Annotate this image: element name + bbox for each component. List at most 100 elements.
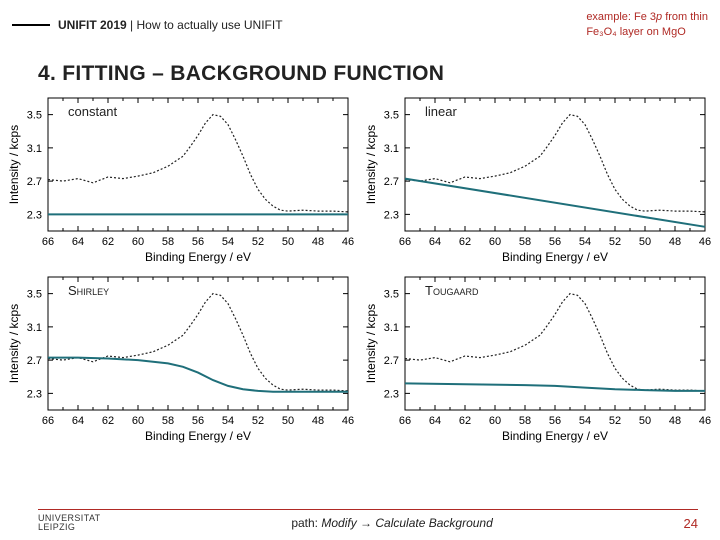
section-title: 4. FITTING – BACKGROUND FUNCTION: [38, 62, 706, 86]
svg-text:58: 58: [162, 415, 174, 427]
svg-text:3.5: 3.5: [384, 109, 399, 121]
svg-text:3.1: 3.1: [384, 322, 399, 334]
svg-text:3.1: 3.1: [27, 143, 42, 155]
chart-svg: 66 64 62 60 58 56 54 52 50 48 46 3.5 3.1 2.7 2.3 Bindin…: [361, 92, 713, 267]
svg-text:2.3: 2.3: [27, 209, 42, 221]
svg-text:52: 52: [252, 236, 264, 248]
example-l1a: example: Fe 3: [586, 11, 656, 23]
svg-text:60: 60: [489, 236, 501, 248]
footer-row: UNIVERSITAT LEIPZIG path: Modify → Calcu…: [38, 514, 698, 532]
svg-text:56: 56: [192, 415, 204, 427]
svg-text:56: 56: [549, 415, 561, 427]
chart-svg: 66 64 62 60 58 56 54 52 50 48 46 3.5 3.1 2.7 2.3 Bindin…: [361, 271, 713, 446]
header-title-rest: | How to actually use UNIFIT: [127, 18, 283, 32]
svg-text:54: 54: [579, 236, 591, 248]
svg-text:64: 64: [429, 415, 441, 427]
chart-label-linear: linear: [425, 104, 457, 119]
svg-text:66: 66: [399, 415, 411, 427]
header-title: UNIFIT 2019 | How to actually use UNIFIT: [58, 18, 283, 32]
svg-text:2.3: 2.3: [27, 388, 42, 400]
svg-text:52: 52: [609, 415, 621, 427]
chart-shirley: Shirley 66 64 62 60 58 56 54 52 50 48 46 3.5 3.1 2.7 2…: [4, 271, 359, 446]
svg-text:60: 60: [132, 415, 144, 427]
svg-text:50: 50: [282, 236, 294, 248]
svg-text:54: 54: [579, 415, 591, 427]
svg-text:46: 46: [342, 415, 354, 427]
svg-text:64: 64: [72, 415, 84, 427]
chart-label-tougaard: Tougaard: [425, 283, 478, 298]
svg-text:62: 62: [102, 415, 114, 427]
svg-text:Intensity / kcps: Intensity / kcps: [364, 125, 378, 204]
slide-header: UNIFIT 2019 | How to actually use UNIFIT…: [0, 0, 720, 40]
header-rule: [12, 24, 50, 26]
example-l1c: from thin: [662, 11, 708, 23]
svg-text:56: 56: [192, 236, 204, 248]
chart-svg: 66 64 62 60 58 56 54 52 50 48 46 3.5 3.1 2.7 2.3 Bindin…: [4, 271, 356, 446]
svg-text:Binding Energy / eV: Binding Energy / eV: [502, 429, 608, 443]
svg-text:3.5: 3.5: [384, 288, 399, 300]
svg-text:48: 48: [669, 415, 681, 427]
header-left: UNIFIT 2019 | How to actually use UNIFIT: [12, 18, 283, 32]
footer-rule: [38, 509, 698, 510]
svg-text:Binding Energy / eV: Binding Energy / eV: [502, 250, 608, 264]
svg-text:64: 64: [72, 236, 84, 248]
svg-text:56: 56: [549, 236, 561, 248]
header-example: example: Fe 3p from thin Fe₃O₄ layer on …: [586, 10, 708, 40]
example-l2: Fe₃O₄ layer on MgO: [586, 26, 685, 38]
svg-text:46: 46: [699, 236, 711, 248]
svg-text:Intensity / kcps: Intensity / kcps: [364, 304, 378, 383]
svg-text:Intensity / kcps: Intensity / kcps: [7, 125, 21, 204]
svg-text:52: 52: [252, 415, 264, 427]
svg-text:54: 54: [222, 236, 234, 248]
svg-text:3.1: 3.1: [27, 322, 42, 334]
uni-bot: LEIPZIG: [38, 523, 101, 532]
chart-svg: 66 64 62 60 58 56 54 52 50 48 46 3.5 3.1 2.7 2.3 Bindin…: [4, 92, 356, 267]
svg-text:62: 62: [102, 236, 114, 248]
svg-text:2.3: 2.3: [384, 209, 399, 221]
svg-text:46: 46: [342, 236, 354, 248]
svg-text:48: 48: [669, 236, 681, 248]
chart-constant: constant 66 64 62 60 58 56 54 52 50 48 46 3.5 3.1 2.7…: [4, 92, 359, 267]
svg-text:64: 64: [429, 236, 441, 248]
svg-text:62: 62: [459, 415, 471, 427]
svg-text:3.1: 3.1: [384, 143, 399, 155]
svg-text:50: 50: [639, 236, 651, 248]
chart-label-shirley: Shirley: [68, 283, 109, 298]
svg-text:Intensity / kcps: Intensity / kcps: [7, 304, 21, 383]
svg-text:46: 46: [699, 415, 711, 427]
svg-text:2.3: 2.3: [384, 388, 399, 400]
svg-text:58: 58: [519, 236, 531, 248]
svg-text:2.7: 2.7: [384, 355, 399, 367]
svg-text:66: 66: [42, 236, 54, 248]
svg-text:50: 50: [282, 415, 294, 427]
chart-label-constant: constant: [68, 104, 117, 119]
svg-text:3.5: 3.5: [27, 288, 42, 300]
chart-tougaard: Tougaard 66 64 62 60 58 56 54 52 50 48 46 3.5 3.1 2.7…: [361, 271, 716, 446]
svg-text:3.5: 3.5: [27, 109, 42, 121]
svg-text:58: 58: [519, 415, 531, 427]
svg-text:66: 66: [42, 415, 54, 427]
svg-text:54: 54: [222, 415, 234, 427]
svg-text:62: 62: [459, 236, 471, 248]
path-label: path:: [291, 516, 321, 530]
charts-grid: constant 66 64 62 60 58 56 54 52 50 48 46 3.5 3.1 2.7…: [0, 92, 720, 446]
svg-text:50: 50: [639, 415, 651, 427]
svg-text:60: 60: [489, 415, 501, 427]
svg-text:48: 48: [312, 415, 324, 427]
path-hint: path: Modify → Calculate Background: [291, 516, 492, 530]
svg-text:60: 60: [132, 236, 144, 248]
svg-text:Binding Energy / eV: Binding Energy / eV: [145, 429, 251, 443]
svg-text:52: 52: [609, 236, 621, 248]
svg-text:2.7: 2.7: [27, 176, 42, 188]
university-logo-text: UNIVERSITAT LEIPZIG: [38, 514, 101, 532]
svg-text:2.7: 2.7: [384, 176, 399, 188]
svg-text:48: 48: [312, 236, 324, 248]
path-value: Modify → Calculate Background: [321, 516, 492, 530]
page-number: 24: [684, 516, 698, 531]
slide-footer: UNIVERSITAT LEIPZIG path: Modify → Calcu…: [0, 509, 720, 540]
svg-text:66: 66: [399, 236, 411, 248]
svg-text:58: 58: [162, 236, 174, 248]
svg-text:2.7: 2.7: [27, 355, 42, 367]
svg-text:Binding Energy / eV: Binding Energy / eV: [145, 250, 251, 264]
chart-linear: linear 66 64 62 60 58 56 54 52 50 48 46 3.5 3.1 2.7 2.…: [361, 92, 716, 267]
